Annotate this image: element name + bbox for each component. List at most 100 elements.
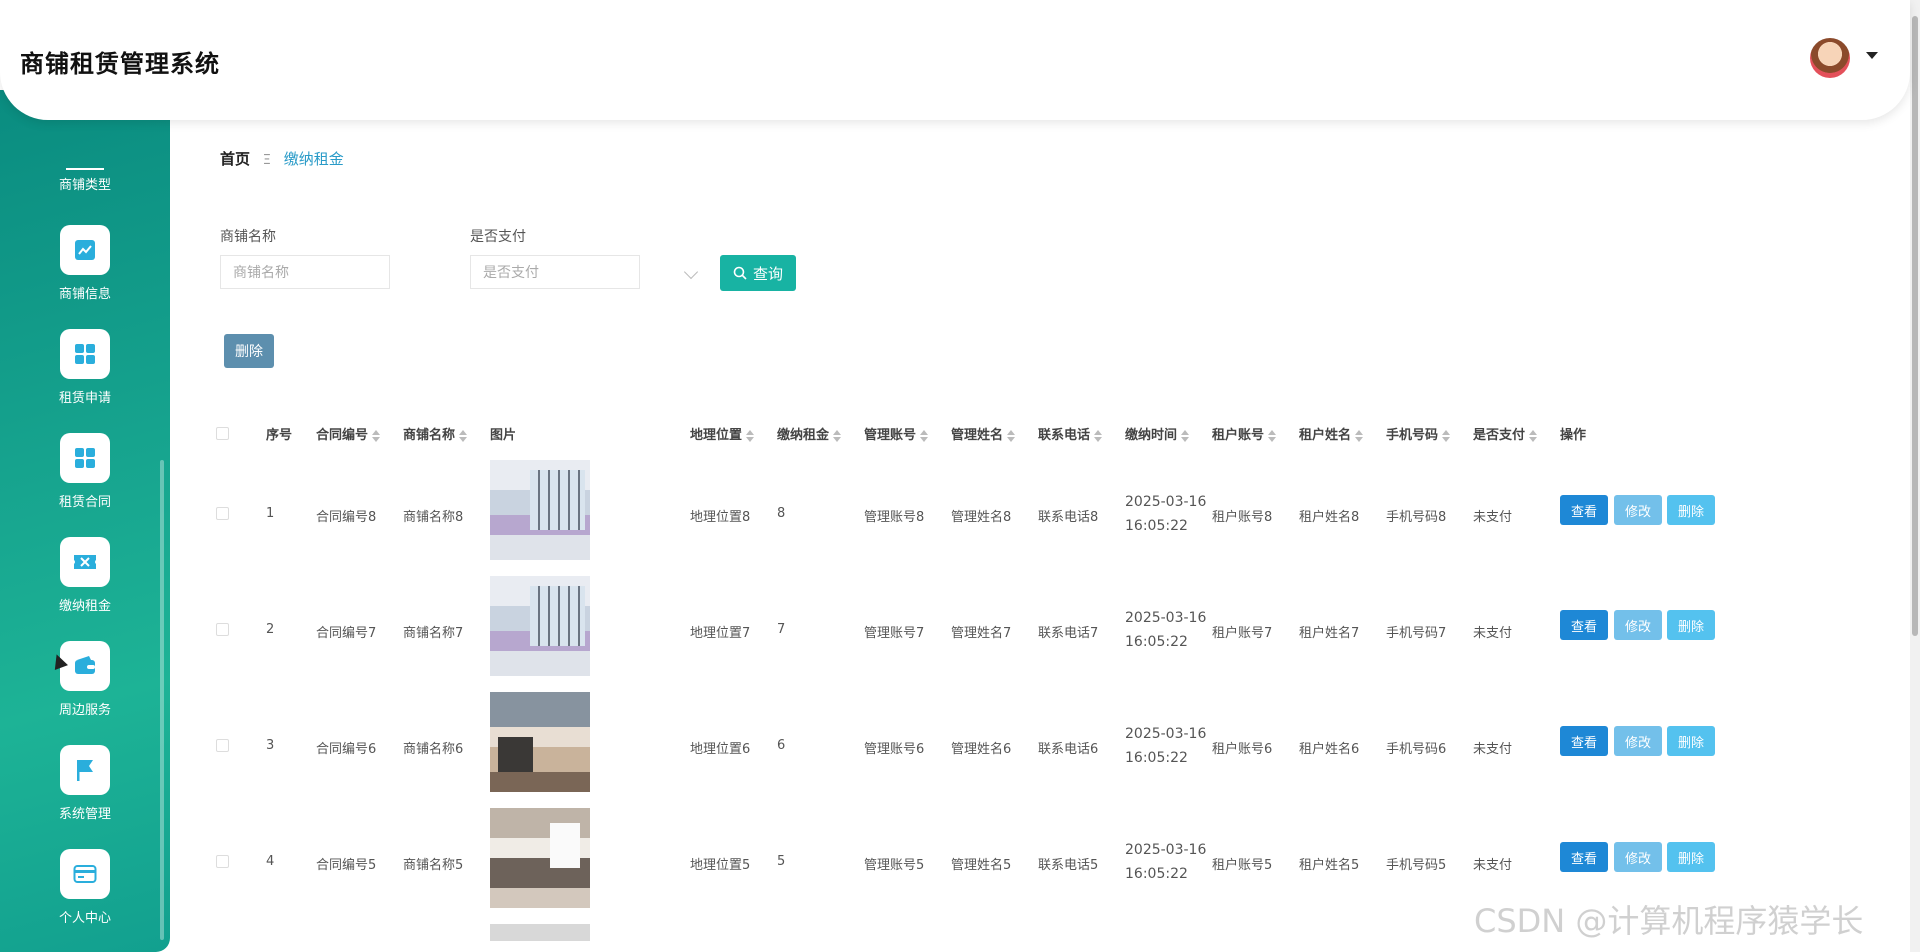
cell-contract: 合同编号7 [316,626,377,641]
cell-tenant-name: 租户姓名5 [1299,858,1360,873]
sort-icon[interactable] [746,429,755,442]
row-checkbox[interactable] [216,739,229,752]
cell-rent: 6 [777,738,786,753]
sidebar-item-system-manage[interactable]: 系统管理 [0,745,170,849]
col-header-image: 图片 [490,428,517,443]
sort-icon[interactable] [459,429,468,442]
sort-icon[interactable] [1094,429,1103,442]
col-header-time[interactable]: 缴纳时间 [1125,424,1190,443]
cell-mgr-account: 管理账号6 [864,742,925,757]
cell-contract: 合同编号6 [316,742,377,757]
table-row: 1 合同编号8 商铺名称8 地理位置8 8 管理账号8 管理姓名8 联系电话8 … [0,456,1900,572]
cell-time: 2025-03-16 16:05:22 [1125,610,1207,650]
card-icon [60,849,110,899]
cell-time: 2025-03-16 16:05:22 [1125,726,1207,766]
delete-button[interactable]: 删除 [1667,610,1715,640]
edit-button[interactable]: 修改 [1614,842,1662,872]
sort-icon[interactable] [1268,429,1277,442]
view-button[interactable]: 查看 [1560,495,1608,525]
cell-contract: 合同编号8 [316,510,377,525]
sidebar-item-lease-apply[interactable]: 租赁申请 [0,329,170,433]
sort-icon[interactable] [372,429,381,442]
grid-icon [60,329,110,379]
sidebar-item-pay-rent[interactable]: 缴纳租金 [0,537,170,641]
shop-image[interactable] [490,924,590,952]
col-header-location[interactable]: 地理位置 [690,424,755,443]
sidebar-item-personal-center[interactable]: 个人中心 [0,849,170,952]
view-button[interactable]: 查看 [1560,726,1608,756]
select-all-checkbox[interactable] [216,427,229,440]
cell-tenant-account: 租户账号8 [1212,510,1273,525]
col-header-tenant-account[interactable]: 租户账号 [1212,424,1277,443]
top-header: 商铺租赁管理系统 [0,0,1910,120]
col-header-actions: 操作 [1560,428,1587,443]
sidebar-item-nearby-service[interactable]: 周边服务 [0,641,170,745]
breadcrumb-current: 缴纳租金 [283,150,344,168]
sidebar-item-label: 个人中心 [58,911,111,926]
search-icon [733,266,747,280]
shop-image[interactable] [490,808,590,908]
cell-mobile: 手机号码8 [1386,510,1447,525]
table-row: 3 合同编号6 商铺名称6 地理位置6 6 管理账号6 管理姓名6 联系电话6 … [0,688,1900,804]
col-header-contract[interactable]: 合同编号 [316,424,381,443]
edit-button[interactable]: 修改 [1614,610,1662,640]
col-header-phone[interactable]: 联系电话 [1038,424,1103,443]
row-checkbox[interactable] [216,855,229,868]
edit-button[interactable]: 修改 [1614,726,1662,756]
cell-paid: 未支付 [1473,742,1513,757]
breadcrumb: 首页 Ξ 缴纳租金 [220,148,344,169]
breadcrumb-separator-icon: Ξ [262,153,272,168]
page-scrollbar-thumb[interactable] [1912,16,1918,636]
query-button[interactable]: 查询 [720,255,796,291]
cell-mgr-account: 管理账号7 [864,626,925,641]
app-title: 商铺租赁管理系统 [20,50,220,78]
sort-icon[interactable] [833,429,842,442]
delete-button[interactable]: 删除 [1667,842,1715,872]
view-button[interactable]: 查看 [1560,842,1608,872]
sort-icon[interactable] [1442,429,1451,442]
col-header-rent[interactable]: 缴纳租金 [777,424,842,443]
col-header-mobile[interactable]: 手机号码 [1386,424,1451,443]
cell-contract: 合同编号5 [316,858,377,873]
chevron-down-icon[interactable] [683,264,699,280]
delete-button[interactable]: 删除 [1667,495,1715,525]
batch-delete-button[interactable]: 删除 [224,334,274,368]
cell-location: 地理位置7 [690,626,751,641]
row-checkbox[interactable] [216,507,229,520]
cell-mgr-name: 管理姓名8 [951,510,1012,525]
cell-tenant-account: 租户账号6 [1212,742,1273,757]
cell-shop: 商铺名称7 [403,626,464,641]
view-button[interactable]: 查看 [1560,610,1608,640]
grid-icon [66,168,104,170]
sort-icon[interactable] [1007,429,1016,442]
col-header-shop[interactable]: 商铺名称 [403,424,468,443]
col-header-paid[interactable]: 是否支付 [1473,424,1538,443]
shop-image[interactable] [490,692,590,792]
shop-image[interactable] [490,576,590,676]
flag-icon [60,745,110,795]
col-header-tenant-name[interactable]: 租户姓名 [1299,424,1364,443]
sort-icon[interactable] [920,429,929,442]
col-header-mgr-account[interactable]: 管理账号 [864,424,929,443]
cell-index: 2 [266,622,275,637]
paid-status-select[interactable]: 是否支付 [470,255,640,289]
cell-mobile: 手机号码7 [1386,626,1447,641]
sort-icon[interactable] [1181,429,1190,442]
edit-button[interactable]: 修改 [1614,495,1662,525]
user-avatar[interactable] [1810,38,1850,78]
chevron-down-icon[interactable] [1866,52,1878,59]
shop-image[interactable] [490,460,590,560]
delete-button[interactable]: 删除 [1667,726,1715,756]
breadcrumb-home[interactable]: 首页 [220,150,250,168]
sidebar-item-lease-contract[interactable]: 租赁合同 [0,433,170,537]
sidebar-item-shop-info[interactable]: 商铺信息 [0,225,170,329]
cell-mgr-name: 管理姓名5 [951,858,1012,873]
sort-icon[interactable] [1355,429,1364,442]
sidebar-item-label: 商铺类型 [58,178,111,193]
shop-name-input[interactable]: 商铺名称 [220,255,390,289]
cell-phone: 联系电话8 [1038,510,1099,525]
row-checkbox[interactable] [216,623,229,636]
sort-icon[interactable] [1529,429,1538,442]
cell-rent: 8 [777,506,786,521]
col-header-mgr-name[interactable]: 管理姓名 [951,424,1016,443]
